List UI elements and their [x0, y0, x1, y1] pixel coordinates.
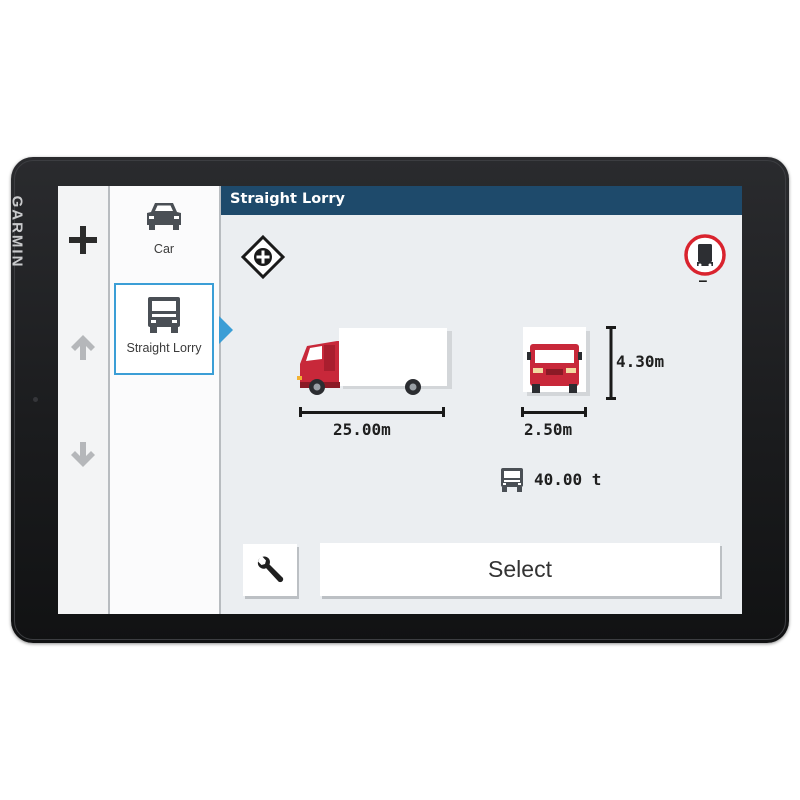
hazard-add-icon[interactable] — [240, 234, 286, 280]
vehicle-item-label: Straight Lorry — [126, 341, 202, 355]
brand-logo: GARMIN — [8, 195, 26, 269]
height-value: 4.30m — [616, 352, 665, 371]
screen: Car Straight Lorry Straight Lorry – 25.0… — [58, 186, 742, 614]
vehicle-item-car[interactable]: Car — [114, 192, 214, 284]
title-bar: Straight Lorry — [221, 186, 742, 215]
vehicle-item-label: Car — [153, 242, 175, 256]
vehicle-list: Car Straight Lorry — [110, 186, 221, 614]
arrow-up-icon — [71, 335, 95, 360]
width-dimension-line — [521, 407, 587, 417]
length-dimension-line — [299, 407, 445, 417]
plus-icon — [69, 226, 97, 254]
light-sensor — [33, 397, 38, 402]
control-column — [58, 186, 110, 614]
lorry-icon — [148, 297, 180, 333]
weight-value: 40.00 t — [534, 470, 602, 489]
arrow-down-icon — [71, 442, 95, 467]
width-value: 2.50m — [524, 420, 573, 439]
scroll-down-button[interactable] — [58, 429, 108, 479]
length-value: 25.00m — [333, 420, 391, 439]
weight-icon — [501, 468, 523, 492]
hazmat-restriction-icon — [684, 234, 726, 276]
vehicle-item-straight-lorry[interactable]: Straight Lorry — [114, 283, 214, 375]
add-button[interactable] — [58, 215, 108, 265]
settings-button[interactable] — [243, 544, 297, 596]
truck-side-view — [297, 328, 452, 395]
truck-front-view — [523, 327, 590, 396]
hazmat-value: – — [699, 274, 707, 289]
car-icon — [147, 203, 181, 230]
scroll-up-button[interactable] — [58, 322, 108, 372]
wrench-icon — [257, 556, 284, 583]
vehicle-profile-panel: Straight Lorry – 25.00m 2.50m 4.30m 40.0… — [221, 186, 742, 614]
page-title: Straight Lorry — [230, 191, 345, 207]
select-button[interactable]: Select — [320, 543, 720, 596]
